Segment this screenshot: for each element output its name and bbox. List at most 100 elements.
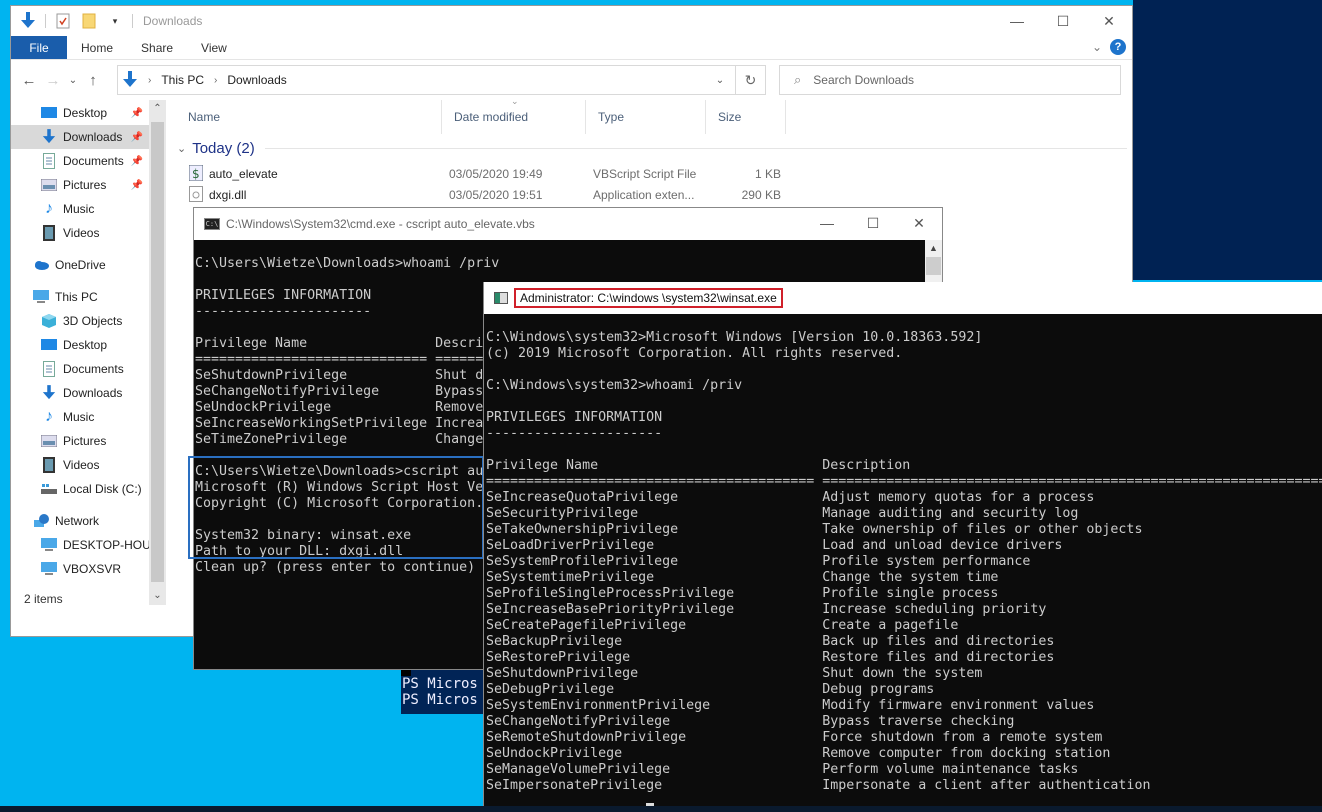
sidebar-item-documents[interactable]: Documents 📌 [41, 149, 149, 173]
sidebar-scrollbar[interactable]: ⌃ ⌄ [149, 100, 166, 605]
maximize-button[interactable]: ☐ [850, 208, 896, 238]
file-size: 1 KB [754, 167, 781, 181]
search-input[interactable]: ⌕ Search Downloads [779, 65, 1121, 95]
sidebar-item-music[interactable]: ♪ Music [41, 197, 149, 221]
sidebar-item-pictures[interactable]: Pictures 📌 [41, 173, 149, 197]
navigation-bar: ← → ⌄ ↑ › This PC › Downloads ⌄ ↻ ⌕ Sear… [11, 60, 1132, 100]
customize-toolbar-icon[interactable]: ▾ [106, 12, 124, 30]
terminal-output[interactable]: C:\Windows\system32>Microsoft Windows [V… [486, 330, 1322, 794]
scrollbar-thumb[interactable] [926, 257, 941, 275]
cmd-titlebar[interactable]: C:\ C:\Windows\System32\cmd.exe - cscrip… [194, 208, 942, 240]
sidebar-item-desktop-pc[interactable]: Desktop [41, 333, 149, 357]
sidebar-item-documents-pc[interactable]: Documents [41, 357, 149, 381]
close-button[interactable]: ✕ [1086, 6, 1132, 36]
minimize-button[interactable]: — [804, 208, 850, 238]
pin-icon[interactable]: 📌 [131, 156, 143, 167]
sidebar-item-downloads-pc[interactable]: Downloads [41, 381, 149, 405]
documents-icon [41, 361, 57, 377]
help-icon[interactable]: ? [1110, 39, 1126, 55]
pictures-icon [41, 433, 57, 449]
sidebar-item-vboxsvr[interactable]: VBOXSVR [41, 557, 149, 581]
column-header-date-modified[interactable]: Date modified [442, 100, 586, 134]
file-row[interactable]: $ auto_elevate 03/05/2020 19:49 VBScript… [187, 164, 807, 184]
pin-icon[interactable]: 📌 [131, 180, 143, 191]
computer-icon [41, 561, 57, 577]
expand-ribbon-icon[interactable]: ⌄ [1092, 40, 1102, 54]
sidebar-item-label: Desktop [63, 106, 108, 120]
pin-icon[interactable]: 📌 [131, 132, 143, 143]
properties-icon[interactable] [54, 12, 72, 30]
sidebar-item-this-pc[interactable]: This PC [33, 285, 149, 309]
navigation-pane: Desktop 📌 Downloads 📌 Documents 📌 Pictur… [11, 100, 166, 605]
tab-home[interactable]: Home [67, 36, 127, 59]
privilege-row: SeSystemProfilePrivilege Profile system … [486, 554, 1031, 569]
sidebar-item-pictures-pc[interactable]: Pictures [41, 429, 149, 453]
sidebar-item-onedrive[interactable]: OneDrive [33, 253, 149, 277]
sidebar-item-3d-objects[interactable]: 3D Objects [41, 309, 149, 333]
sidebar-item-videos-pc[interactable]: Videos [41, 453, 149, 477]
group-header-today[interactable]: ⌄ Today (2) [177, 140, 1127, 157]
desktop-icon [41, 105, 57, 121]
scroll-up-icon[interactable]: ⌃ [149, 100, 166, 118]
search-icon: ⌕ [794, 72, 802, 87]
breadcrumb-this-pc[interactable]: This PC [161, 73, 204, 87]
maximize-button[interactable]: ☐ [1040, 6, 1086, 36]
network-icon [33, 513, 49, 529]
cmd-titlebar[interactable]: Administrator: C:\windows \system32\wins… [484, 282, 1322, 314]
breadcrumb-downloads[interactable]: Downloads [227, 73, 286, 87]
music-icon: ♪ [45, 408, 53, 425]
terminal-line: C:\Windows\system32>Microsoft Windows [V… [486, 330, 983, 345]
highlight-annotation-blue [188, 456, 484, 559]
address-bar[interactable]: › This PC › Downloads ⌄ ↻ [117, 65, 766, 95]
terminal-line: ---------------------- [486, 426, 663, 441]
sidebar-item-desktop[interactable]: Desktop 📌 [41, 101, 149, 125]
chevron-right-icon[interactable]: › [214, 75, 217, 86]
computer-icon [41, 537, 57, 553]
vbscript-file-icon: $ [188, 164, 204, 184]
up-button[interactable]: ↑ [81, 72, 105, 89]
file-row[interactable]: dxgi.dll 03/05/2020 19:51 Application ex… [187, 185, 807, 205]
desktop-icon [41, 337, 57, 353]
explorer-titlebar[interactable]: ▾ Downloads — ☐ ✕ [11, 6, 1132, 36]
minimize-button[interactable]: — [994, 6, 1040, 36]
desktop-background-dark [1133, 0, 1322, 280]
onedrive-icon [33, 257, 49, 273]
file-name: auto_elevate [209, 167, 278, 181]
column-header-name[interactable]: Name [176, 100, 442, 134]
chevron-down-icon[interactable]: ⌄ [709, 66, 731, 94]
back-button[interactable]: ← [17, 72, 41, 89]
scroll-up-icon[interactable]: ▲ [925, 240, 942, 257]
tab-share[interactable]: Share [127, 36, 187, 59]
column-header-size[interactable]: Size [706, 100, 786, 134]
sidebar-item-videos[interactable]: Videos [41, 221, 149, 245]
privilege-row: SeRestorePrivilege Restore files and dir… [486, 650, 1055, 665]
new-folder-icon[interactable] [80, 12, 98, 30]
sidebar-item-label: VBOXSVR [63, 562, 122, 576]
column-header-type[interactable]: Type [586, 100, 706, 134]
close-button[interactable]: ✕ [896, 208, 942, 238]
column-headers: ⌄ Name Date modified Type Size [176, 96, 796, 134]
divider [264, 148, 1127, 149]
privilege-row: SeBackupPrivilege Back up files and dire… [486, 634, 1055, 649]
chevron-right-icon[interactable]: › [148, 75, 151, 86]
sidebar-item-desktop-hou3[interactable]: DESKTOP-HOU3 [41, 533, 149, 557]
file-name: dxgi.dll [209, 188, 247, 202]
scrollbar-thumb[interactable] [151, 122, 164, 582]
recent-locations-button[interactable]: ⌄ [65, 75, 81, 86]
tab-view[interactable]: View [187, 36, 241, 59]
forward-button[interactable]: → [41, 72, 65, 89]
terminal-line: C:\Users\Wietze\Downloads>whoami /priv [195, 256, 500, 271]
sidebar-item-local-disk[interactable]: Local Disk (C:) [41, 477, 149, 501]
pictures-icon [41, 177, 57, 193]
sidebar-item-downloads[interactable]: Downloads 📌 [11, 125, 149, 149]
pin-icon[interactable]: 📌 [131, 108, 143, 119]
sidebar-item-network[interactable]: Network [33, 509, 149, 533]
scroll-down-icon[interactable]: ⌄ [149, 587, 166, 605]
sidebar-item-label: Downloads [63, 130, 123, 144]
sidebar-item-music-pc[interactable]: ♪ Music [41, 405, 149, 429]
chevron-down-icon: ⌄ [177, 143, 187, 155]
tab-file[interactable]: File [11, 36, 67, 59]
cmd-window-admin[interactable]: Administrator: C:\windows \system32\wins… [483, 282, 1322, 806]
refresh-button[interactable]: ↻ [735, 66, 765, 94]
